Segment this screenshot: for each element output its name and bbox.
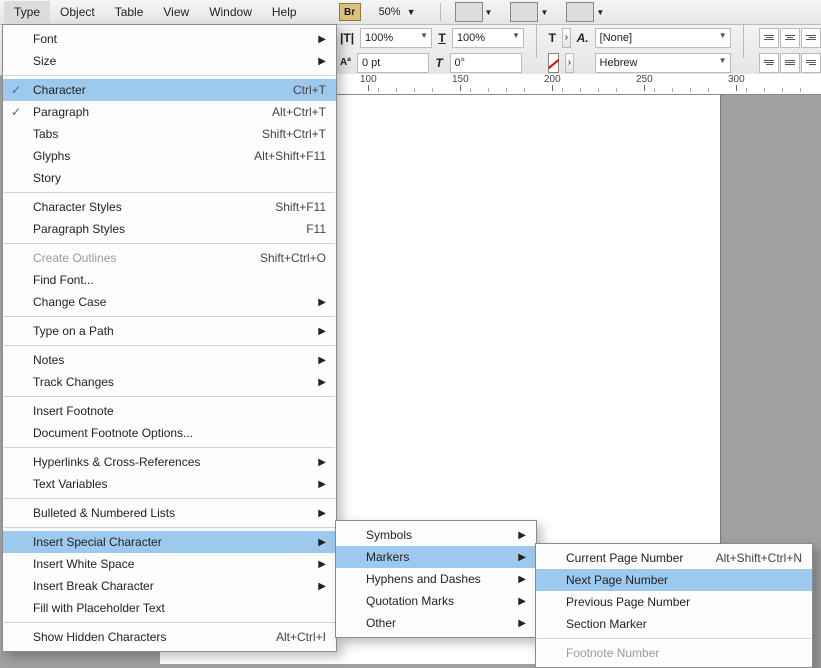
fill-none-icon[interactable] <box>548 53 559 73</box>
hscale-field[interactable]: 100%▼ <box>360 28 432 48</box>
justify-right-icon[interactable] <box>801 53 821 73</box>
baseline-field[interactable]: 0 pt <box>357 53 429 73</box>
markers-next-page-number[interactable]: Next Page Number <box>536 569 812 591</box>
type-menu-character-styles[interactable]: Character StylesShift+F11 <box>3 196 336 218</box>
markers-submenu: Current Page NumberAlt+Shift+Ctrl+NNext … <box>535 543 813 668</box>
menu-help[interactable]: Help <box>262 1 307 23</box>
type-menu-insert-footnote[interactable]: Insert Footnote <box>3 400 336 422</box>
markers-footnote-number: Footnote Number <box>536 642 812 664</box>
type-menu-find-font-[interactable]: Find Font... <box>3 269 336 291</box>
hscale-icon: |T| <box>340 29 354 47</box>
align-left-icon[interactable] <box>759 28 779 48</box>
expand-button[interactable]: › <box>562 28 570 48</box>
menu-type[interactable]: Type <box>4 1 50 23</box>
type-menu-text-variables[interactable]: Text Variables▶ <box>3 473 336 495</box>
type-menu-glyphs[interactable]: GlyphsAlt+Shift+F11 <box>3 145 336 167</box>
char-style-dropdown[interactable]: [None]▼ <box>595 28 731 48</box>
type-menu-track-changes[interactable]: Track Changes▶ <box>3 371 336 393</box>
special-char-symbols[interactable]: Symbols▶ <box>336 524 536 546</box>
zoom-dropdown[interactable]: 50% ▼ <box>379 6 416 18</box>
type-menu-change-case[interactable]: Change Case▶ <box>3 291 336 313</box>
special-char-hyphens-and-dashes[interactable]: Hyphens and Dashes▶ <box>336 568 536 590</box>
screen-mode-icon[interactable]: ▼ <box>455 2 493 22</box>
type-menu-create-outlines: Create OutlinesShift+Ctrl+O <box>3 247 336 269</box>
special-char-other[interactable]: Other▶ <box>336 612 536 634</box>
type-menu-size[interactable]: Size▶ <box>3 50 336 72</box>
type-menu-insert-break-character[interactable]: Insert Break Character▶ <box>3 575 336 597</box>
language-dropdown[interactable]: Hebrew▼ <box>595 53 731 73</box>
skew-field[interactable]: 0° <box>450 53 522 73</box>
type-menu-fill-with-placeholder-text[interactable]: Fill with Placeholder Text <box>3 597 336 619</box>
menu-object[interactable]: Object <box>50 1 105 23</box>
type-menu-notes[interactable]: Notes▶ <box>3 349 336 371</box>
align-center-icon[interactable] <box>780 28 800 48</box>
type-menu-show-hidden-characters[interactable]: Show Hidden CharactersAlt+Ctrl+I <box>3 626 336 648</box>
type-menu-tabs[interactable]: TabsShift+Ctrl+T <box>3 123 336 145</box>
special-char-markers[interactable]: Markers▶ <box>336 546 536 568</box>
bridge-icon[interactable]: Br <box>339 3 361 21</box>
char-style-a-icon: A. <box>577 29 589 47</box>
type-menu-insert-white-space[interactable]: Insert White Space▶ <box>3 553 336 575</box>
type-menu-paragraph[interactable]: ✓ParagraphAlt+Ctrl+T <box>3 101 336 123</box>
justify-group <box>759 53 821 73</box>
paragraph-align-group <box>759 28 821 48</box>
zoom-value: 50% <box>379 6 401 18</box>
justify-left-icon[interactable] <box>759 53 779 73</box>
type-menu-paragraph-styles[interactable]: Paragraph StylesF11 <box>3 218 336 240</box>
menu-window[interactable]: Window <box>199 1 262 23</box>
type-menu-dropdown: Font▶Size▶ ✓CharacterCtrl+T✓ParagraphAlt+… <box>2 24 337 652</box>
type-menu-story[interactable]: Story <box>3 167 336 189</box>
align-right-icon[interactable] <box>801 28 821 48</box>
swatch-expand-button[interactable]: › <box>565 53 574 73</box>
menu-view[interactable]: View <box>153 1 199 23</box>
layout-mode-icon[interactable]: ▼ <box>566 2 604 22</box>
view-mode-icons: ▼ ▼ ▼ <box>455 2 605 22</box>
chevron-down-icon: ▼ <box>407 7 416 17</box>
main-menubar: Type Object Table View Window Help Br 50… <box>0 0 821 25</box>
vscale-field[interactable]: 100%▼ <box>452 28 524 48</box>
justify-full-icon[interactable] <box>780 53 800 73</box>
skew-icon: T <box>435 54 444 72</box>
arrange-icon[interactable]: ▼ <box>510 2 548 22</box>
type-menu-document-footnote-options-[interactable]: Document Footnote Options... <box>3 422 336 444</box>
markers-section-marker[interactable]: Section Marker <box>536 613 812 635</box>
type-menu-hyperlinks-cross-references[interactable]: Hyperlinks & Cross-References▶ <box>3 451 336 473</box>
type-menu-bulleted-numbered-lists[interactable]: Bulleted & Numbered Lists▶ <box>3 502 336 524</box>
type-menu-character[interactable]: ✓CharacterCtrl+T <box>3 79 336 101</box>
special-char-quotation-marks[interactable]: Quotation Marks▶ <box>336 590 536 612</box>
menu-table[interactable]: Table <box>105 1 154 23</box>
type-menu-insert-special-character[interactable]: Insert Special Character▶ <box>3 531 336 553</box>
markers-current-page-number[interactable]: Current Page NumberAlt+Shift+Ctrl+N <box>536 547 812 569</box>
bold-icon: T <box>438 29 446 47</box>
type-menu-font[interactable]: Font▶ <box>3 28 336 50</box>
t-icon: T <box>548 29 556 47</box>
baseline-icon: Aª <box>340 54 351 72</box>
type-menu-type-on-a-path[interactable]: Type on a Path▶ <box>3 320 336 342</box>
markers-previous-page-number[interactable]: Previous Page Number <box>536 591 812 613</box>
insert-special-character-submenu: Symbols▶Markers▶Hyphens and Dashes▶Quota… <box>335 520 537 638</box>
